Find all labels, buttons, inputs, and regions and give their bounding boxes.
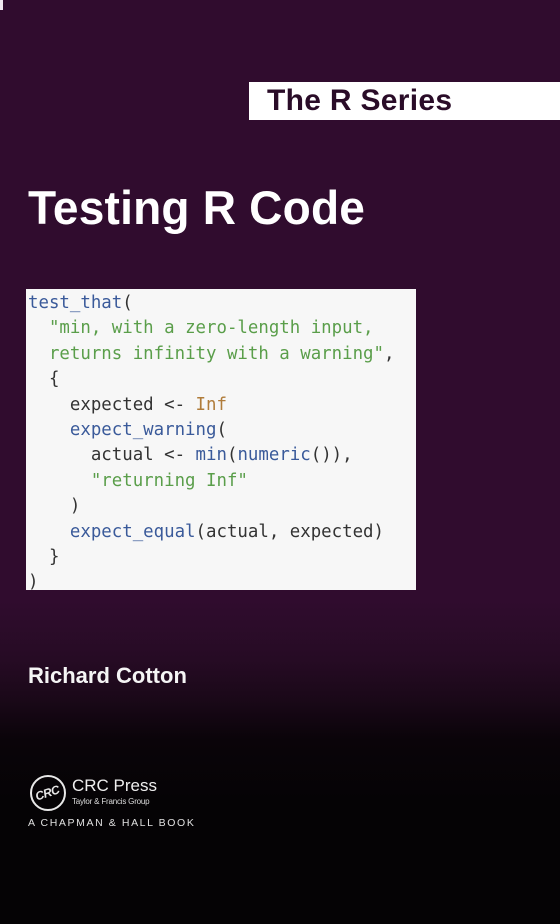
code-token-plain: ( [122,293,133,313]
crc-logo-icon: CRC [30,775,66,811]
code-line: ) [28,570,416,595]
code-token-plain: ( [226,445,238,466]
code-token-str: "returning Inf" [90,470,248,491]
series-name: The R Series [267,84,453,117]
code-token-str: "min, with a zero-length input, [48,318,374,339]
code-token-plain: (actual, expected) [195,521,384,542]
publisher-group: Taylor & Francis Group [72,797,150,806]
code-sample: test_that( "min, with a zero-length inpu… [26,289,416,592]
code-token-plain: { [28,369,60,390]
code-token-fn: expect_equal [69,521,196,542]
code-line: } [28,545,416,570]
code-line: expected <- Inf [28,393,416,418]
code-line: actual <- min(numeric()), [28,443,416,468]
code-line: test_that( [28,291,416,316]
code-token-plain: ) [28,496,81,517]
code-token-num: Inf [195,394,227,415]
code-line: expect_equal(actual, expected) [28,520,416,545]
code-line: ) [28,494,416,519]
code-line: { [28,367,416,392]
code-line: returns infinity with a warning", [28,342,416,367]
code-token-fn: min [195,445,227,466]
code-line: "returning Inf" [28,469,416,494]
code-line: expect_warning( [28,418,416,443]
publisher-imprint: A CHAPMAN & HALL BOOK [28,817,196,829]
code-token-plain: } [28,547,60,568]
corner-mark [0,0,3,10]
crc-logo-text: CRC [33,782,62,804]
code-token-fn: numeric [237,445,311,466]
author-name: Richard Cotton [28,663,187,688]
code-line: "min, with a zero-length input, [28,316,416,341]
code-token-plain: ()), [310,445,353,466]
code-token-fn: expect_warning [69,420,217,441]
code-token-str: returns infinity with a warning" [48,343,384,364]
code-token-plain: ) [28,572,39,593]
code-token-plain: , [384,343,395,364]
series-banner: The R Series [249,82,560,120]
code-token-plain: actual <- [28,445,196,466]
book-title: Testing R Code [28,181,366,234]
code-token-fn: test_that [28,293,123,313]
code-token-plain: expected <- [28,394,196,415]
publisher-name: CRC Press [72,776,158,795]
code-block: test_that( "min, with a zero-length inpu… [26,289,416,596]
code-token-plain: ( [216,420,227,441]
